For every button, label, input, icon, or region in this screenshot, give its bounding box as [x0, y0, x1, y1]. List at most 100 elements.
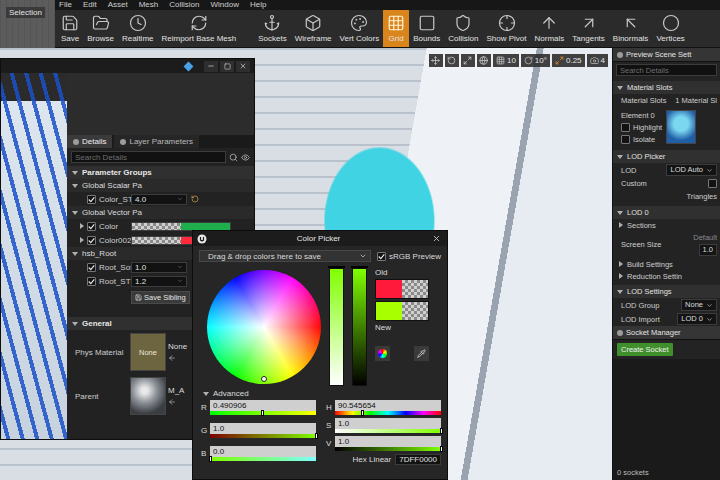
saved-colors-dropdown[interactable]: Drag & drop colors here to save [199, 250, 371, 262]
color-wheel-button[interactable] [375, 346, 390, 361]
subgroup-row[interactable]: Build Settings [613, 258, 720, 270]
expanded-arrow-icon[interactable] [72, 252, 78, 256]
toolbar-button[interactable]: Binormals [609, 10, 653, 47]
advanced-header[interactable]: Advanced [193, 386, 447, 400]
channel-slider[interactable] [335, 429, 441, 433]
menu-item[interactable]: Mesh [139, 0, 159, 10]
parameter-group[interactable]: Global Vector Pa [67, 206, 254, 219]
toolbar-button[interactable]: Reimport Base Mesh [158, 10, 241, 47]
viewport-button[interactable] [429, 54, 443, 67]
slider-handle[interactable] [328, 266, 345, 268]
menu-item[interactable]: Help [250, 0, 266, 10]
collapsed-arrow-icon[interactable] [80, 237, 84, 243]
channel-slider-handle[interactable] [209, 456, 212, 462]
scalar-input[interactable]: 4.0 [131, 194, 187, 205]
slider-handle[interactable] [351, 266, 368, 268]
section-header[interactable]: LOD Picker [613, 150, 720, 163]
toolbar-button[interactable]: Sockets [254, 10, 290, 47]
checkbox[interactable] [621, 135, 630, 144]
toolbar-button[interactable]: Collision [444, 10, 482, 47]
channel-slider[interactable] [210, 434, 316, 438]
channel-slider-handle[interactable] [261, 410, 264, 416]
section-header[interactable]: Material Slots [613, 81, 720, 94]
menu-item[interactable]: Edit [83, 0, 97, 10]
property-dropdown[interactable]: LOD 0 [677, 313, 717, 325]
snap-setting[interactable]: 10° [521, 54, 550, 67]
toolbar-button[interactable]: Vert Colors [336, 10, 384, 47]
toolbar-button[interactable]: Browse [83, 10, 118, 47]
checkbox-row[interactable]: Isolate [621, 135, 662, 144]
use-selected-icon[interactable] [168, 354, 176, 362]
channel-slider[interactable] [335, 411, 441, 415]
save-sibling-button[interactable]: Save Sibling [131, 291, 190, 304]
expanded-arrow-icon[interactable] [72, 322, 78, 326]
details-tab[interactable]: Details [67, 135, 112, 148]
close-button[interactable] [430, 233, 443, 244]
channel-slider-handle[interactable] [315, 433, 318, 439]
toolbar-button[interactable]: Show Pivot [483, 10, 531, 47]
snap-setting[interactable]: 0.25 [552, 54, 585, 67]
checkbox[interactable] [87, 195, 96, 204]
toolbar-button[interactable]: Tangents [568, 10, 608, 47]
hex-input[interactable]: 7DFF0000 [395, 454, 441, 465]
subgroup-row[interactable]: Reduction Settin [613, 270, 720, 282]
color-wheel[interactable] [207, 270, 321, 384]
parameter-group[interactable]: Global Scalar Pa [67, 179, 254, 192]
screen-size-input[interactable]: 1.0 [699, 244, 717, 256]
checkbox[interactable] [87, 263, 96, 272]
wheel-marker[interactable] [261, 376, 267, 382]
asset-thumbnail[interactable] [130, 377, 166, 415]
menu-item[interactable]: Collision [169, 0, 199, 10]
subgroup-row[interactable]: Sections [613, 219, 720, 231]
viewport-button[interactable] [445, 54, 459, 67]
toolbar-button[interactable]: Vertices [652, 10, 688, 47]
toolbar-button[interactable]: Realtime [118, 10, 158, 47]
toolbar-button[interactable]: Wireframe [291, 10, 336, 47]
minimize-button[interactable] [204, 61, 218, 72]
property-dropdown[interactable]: None [681, 299, 717, 311]
channel-slider-handle[interactable] [440, 428, 443, 434]
eyedropper-button[interactable] [414, 346, 429, 361]
expanded-arrow-icon[interactable] [72, 211, 78, 215]
menu-item[interactable]: Asset [108, 0, 128, 10]
expanded-arrow-icon[interactable] [617, 290, 623, 294]
checkbox[interactable] [87, 236, 96, 245]
section-header[interactable]: LOD 0 [613, 206, 720, 219]
expanded-arrow-icon[interactable] [72, 184, 78, 188]
toolbar-button[interactable]: Save [57, 10, 83, 47]
checkbox[interactable] [87, 277, 96, 286]
srgb-checkbox-row[interactable]: sRGB Preview [377, 252, 441, 261]
search-field[interactable]: Search Details [71, 151, 226, 163]
toolbar-button[interactable]: Normals [531, 10, 569, 47]
panel-tab[interactable]: Preview Scene Sett [613, 48, 720, 62]
checkbox[interactable] [377, 252, 386, 261]
viewport-button[interactable] [477, 54, 491, 67]
use-selected-icon[interactable] [168, 398, 176, 406]
channel-slider[interactable] [335, 447, 441, 451]
details-tab[interactable]: Layer Parameters [114, 135, 199, 148]
visibility-icon[interactable] [241, 153, 250, 162]
asset-thumbnail[interactable]: None [130, 333, 166, 371]
toolbar-button[interactable]: Grid [383, 10, 409, 47]
section-header[interactable]: LOD Settings [613, 285, 720, 298]
collapsed-arrow-icon[interactable] [619, 273, 623, 279]
old-color[interactable] [375, 279, 429, 299]
window-title-bar[interactable] [1, 59, 254, 73]
expanded-arrow-icon[interactable] [203, 392, 209, 396]
toolbar-button[interactable]: Bounds [409, 10, 444, 47]
expanded-arrow-icon[interactable] [72, 171, 78, 175]
material-thumbnail[interactable] [666, 110, 696, 144]
maximize-button[interactable] [220, 61, 234, 72]
search-field[interactable]: Search Details [616, 64, 717, 76]
scalar-input[interactable]: 1.0 [131, 262, 187, 273]
channel-input[interactable]: 0.0 [210, 446, 316, 457]
expanded-arrow-icon[interactable] [617, 155, 623, 159]
channel-input[interactable]: 1.0 [335, 418, 441, 429]
scalar-input[interactable]: 1.2 [131, 276, 187, 287]
panel-tab[interactable]: Socket Manager [613, 326, 720, 340]
expanded-arrow-icon[interactable] [617, 211, 623, 215]
menu-item[interactable]: Window [211, 0, 239, 10]
value-slider[interactable] [352, 268, 367, 386]
create-socket-button[interactable]: Create Socket [617, 343, 673, 356]
channel-slider[interactable] [210, 457, 316, 461]
